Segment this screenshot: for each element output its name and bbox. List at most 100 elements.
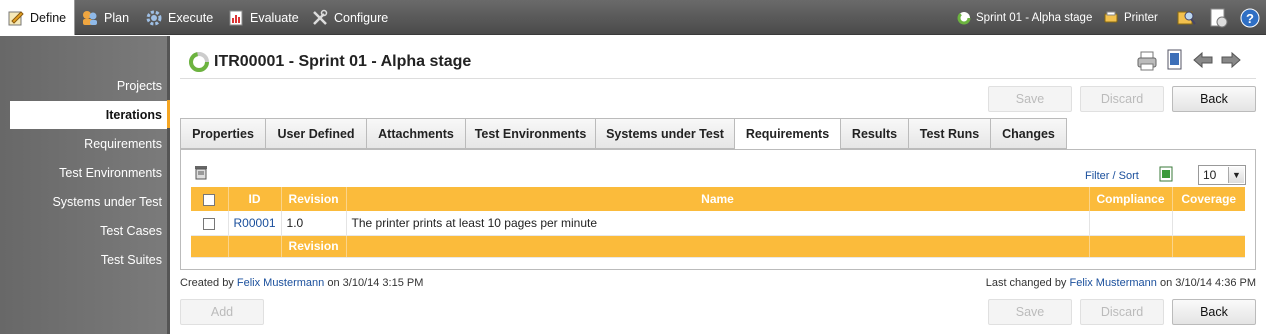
column-header-compliance[interactable]: Compliance	[1089, 187, 1173, 211]
footer-cell	[346, 235, 1090, 258]
sidebar-item-test-environments[interactable]: Test Environments	[2, 159, 162, 187]
back-button-top[interactable]: Back	[1172, 86, 1256, 112]
sidebar-item-test-suites[interactable]: Test Suites	[2, 246, 162, 274]
nav-configure[interactable]: Configure	[311, 0, 388, 35]
created-info: Created by Felix Mustermann on 3/10/14 3…	[180, 277, 423, 289]
previous-arrow-icon[interactable]	[1192, 51, 1214, 69]
select-all-checkbox[interactable]	[203, 193, 216, 206]
tab-requirements[interactable]: Requirements	[734, 118, 841, 150]
project-switch-icon	[1177, 11, 1196, 25]
requirement-id-link[interactable]: R00001	[228, 211, 282, 236]
select-all-header	[191, 187, 229, 211]
current-iteration-label: Sprint 01 - Alpha stage	[976, 11, 1093, 24]
changed-prefix: Last changed by	[985, 277, 1067, 289]
nav-define-label: Define	[30, 10, 67, 25]
discard-button-bottom[interactable]: Discard	[1080, 299, 1164, 325]
tab-user-defined[interactable]: User Defined	[265, 118, 367, 149]
footer-cell	[228, 235, 282, 258]
column-header-id[interactable]: ID	[228, 187, 282, 211]
filter-sort-link[interactable]: Filter / Sort	[1085, 170, 1139, 182]
created-by-link[interactable]: Felix Mustermann	[237, 277, 324, 289]
svg-text:?: ?	[1246, 11, 1254, 26]
current-sut-selector[interactable]: Printer	[1104, 0, 1158, 35]
tab-systems-under-test[interactable]: Systems under Test	[595, 118, 735, 149]
row-checkbox[interactable]	[203, 217, 216, 230]
sidebar-item-label: Projects	[116, 79, 162, 93]
help-icon: ?	[1240, 8, 1260, 27]
sidebar-item-label: Test Cases	[100, 224, 162, 238]
tab-test-runs[interactable]: Test Runs	[908, 118, 991, 149]
current-sut-label: Printer	[1124, 11, 1158, 24]
report-button[interactable]	[1208, 0, 1230, 35]
requirements-panel: Filter / Sort 10 ▼ ID Revision Name Comp…	[180, 149, 1256, 270]
add-button[interactable]: Add	[180, 299, 264, 325]
sidebar-item-requirements[interactable]: Requirements	[2, 130, 162, 158]
requirement-revision: 1.0	[281, 211, 347, 236]
page-size-select[interactable]: 10 ▼	[1198, 165, 1246, 185]
help-button[interactable]: ?	[1240, 0, 1260, 35]
configure-tools-icon	[313, 9, 328, 25]
nav-configure-label: Configure	[334, 10, 389, 25]
excel-export-icon[interactable]	[1159, 166, 1173, 182]
sidebar-item-iterations[interactable]: Iterations	[10, 101, 170, 129]
tab-test-environments[interactable]: Test Environments	[465, 118, 596, 149]
discard-button-top[interactable]: Discard	[1080, 86, 1164, 112]
tab-properties[interactable]: Properties	[180, 118, 266, 149]
table-footer-row: Revision	[191, 235, 1245, 258]
sidebar-item-projects[interactable]: Projects	[2, 72, 162, 100]
sidebar-item-label: Systems under Test	[52, 195, 162, 209]
sidebar-item-test-cases[interactable]: Test Cases	[2, 217, 162, 245]
print-icon[interactable]	[1136, 50, 1158, 72]
project-switch-button[interactable]	[1176, 0, 1196, 35]
nav-plan[interactable]: Plan	[81, 0, 129, 35]
page-header: ITR00001 - Sprint 01 - Alpha stage	[188, 51, 471, 73]
requirement-compliance	[1089, 211, 1173, 236]
export-document-icon[interactable]	[1165, 48, 1185, 72]
nav-execute-label: Execute	[168, 10, 214, 25]
document-icon	[1210, 8, 1228, 27]
column-header-revision[interactable]: Revision	[281, 187, 347, 211]
nav-evaluate-label: Evaluate	[250, 10, 299, 25]
table-row[interactable]: R00001 1.0 The printer prints at least 1…	[191, 211, 1245, 236]
last-changed-info: Last changed by Felix Mustermann on 3/10…	[986, 277, 1256, 289]
sidebar-item-label: Requirements	[84, 137, 162, 151]
define-icon	[8, 10, 24, 25]
sidebar-item-label: Test Suites	[100, 253, 162, 267]
current-iteration-selector[interactable]: Sprint 01 - Alpha stage	[957, 0, 1092, 35]
footer-cell	[191, 235, 229, 258]
tab-changes[interactable]: Changes	[990, 118, 1067, 149]
page-size-value: 10	[1203, 168, 1217, 182]
changed-on: on 3/10/14 4:36 PM	[1159, 277, 1256, 289]
header-divider	[180, 78, 1256, 79]
sidebar-item-label: Iterations	[105, 108, 162, 122]
row-select-cell	[191, 211, 229, 236]
nav-execute[interactable]: Execute	[145, 0, 213, 35]
main-content: ITR00001 - Sprint 01 - Alpha stage Save …	[170, 36, 1266, 334]
page-title: ITR00001 - Sprint 01 - Alpha stage	[214, 53, 472, 70]
nav-evaluate[interactable]: Evaluate	[227, 0, 299, 35]
requirement-coverage	[1172, 211, 1245, 236]
evaluate-icon	[229, 10, 243, 25]
tab-results[interactable]: Results	[840, 118, 909, 149]
save-button-bottom[interactable]: Save	[988, 299, 1072, 325]
nav-plan-label: Plan	[104, 10, 130, 25]
delete-trash-icon[interactable]	[193, 164, 209, 180]
next-arrow-icon[interactable]	[1220, 51, 1242, 69]
column-header-coverage[interactable]: Coverage	[1172, 187, 1245, 211]
back-button-bottom[interactable]: Back	[1172, 299, 1256, 325]
sidebar-item-label: Test Environments	[59, 166, 162, 180]
execute-gear-icon	[146, 10, 162, 25]
footer-cell	[1089, 235, 1173, 258]
sidebar-item-systems-under-test[interactable]: Systems under Test	[2, 188, 162, 216]
printer-sut-icon	[1104, 11, 1118, 22]
changed-by-link[interactable]: Felix Mustermann	[1070, 277, 1157, 289]
column-header-name[interactable]: Name	[346, 187, 1090, 211]
nav-define[interactable]: Define	[0, 0, 75, 35]
footer-cell	[1172, 235, 1245, 258]
tab-attachments[interactable]: Attachments	[366, 118, 466, 149]
sidebar: Projects Iterations Requirements Test En…	[0, 36, 170, 334]
created-prefix: Created by	[180, 277, 234, 289]
chevron-down-icon: ▼	[1228, 167, 1244, 183]
save-button-top[interactable]: Save	[988, 86, 1072, 112]
iteration-progress-icon	[189, 52, 209, 72]
